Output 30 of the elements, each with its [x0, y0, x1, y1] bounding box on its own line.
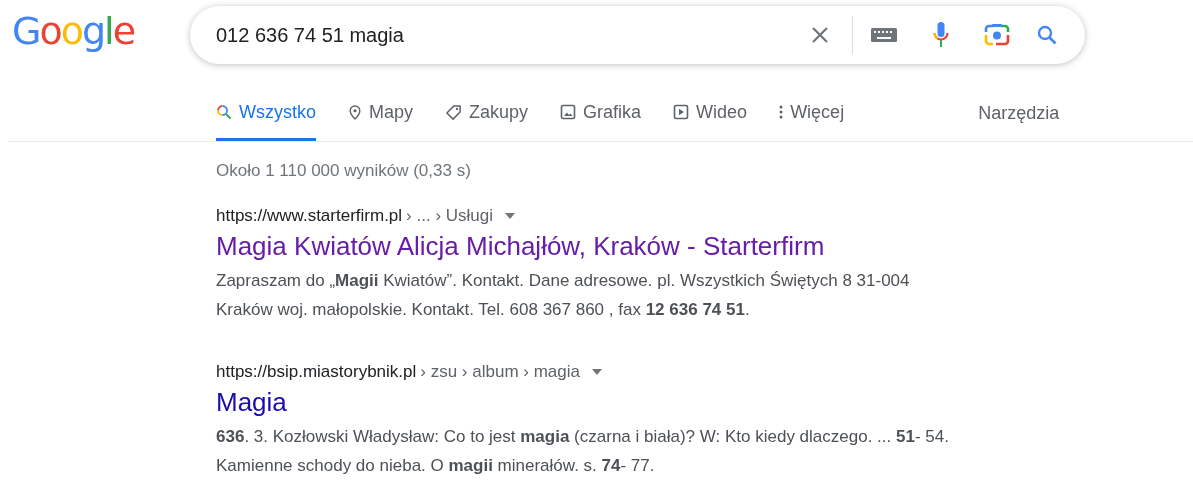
- camera-icon[interactable]: [983, 23, 1011, 47]
- result-snippet: Zapraszam do „Magii Kwiatów”. Kontakt. Dane adresowe. pl. Wszystkich Świętych 8 31-004 Kraków woj. małopolskie. Kontakt. Tel. 608 367 860 , fax 12 636 74 51.: [216, 270, 911, 321]
- tab[interactable]: Wszystko: [216, 100, 316, 141]
- tab[interactable]: Więcej: [779, 100, 845, 141]
- result-title-link[interactable]: Magia Kwiatów Alicja Michajłów, Kraków - Starterfirm: [216, 230, 825, 262]
- tab[interactable]: Zakupy: [445, 100, 529, 141]
- result-url: https://www.starterfirm.pl: [216, 206, 403, 226]
- location-pin-icon: [348, 103, 362, 121]
- keyboard-icon[interactable]: [871, 28, 897, 42]
- caret-icon[interactable]: [505, 213, 515, 219]
- search-icon: [216, 104, 232, 120]
- tab[interactable]: Grafika: [560, 100, 642, 141]
- tag-icon: [445, 103, 463, 121]
- result-url: https://bsip.miastorybnik.pl: [216, 362, 417, 382]
- result-stats: Około 1 110 000 wyników (0,33 s): [216, 160, 472, 182]
- result-path: › ... › Usługi: [406, 206, 493, 226]
- logo[interactable]: Google: [12, 12, 162, 50]
- caret-icon[interactable]: [592, 369, 602, 375]
- search-icon[interactable]: [1035, 23, 1059, 47]
- tab[interactable]: Wideo: [673, 100, 748, 141]
- result-snippet: 636. 3. Kozłowski Władysław: Co to jest magia (czarna i biała)? W: Kto kiedy dlaczego. ... 51- 54. Kamienne schody do nieba. O magii minerałów. s. 74- 77.: [216, 426, 950, 477]
- play-icon: [673, 104, 690, 120]
- microphone-icon[interactable]: [933, 22, 949, 48]
- result-title-link[interactable]: Magia: [216, 386, 287, 418]
- tools-button[interactable]: Narzędzia: [978, 103, 1060, 141]
- search-field[interactable]: 012 636 74 51 magia: [216, 23, 808, 47]
- image-icon: [560, 104, 577, 120]
- more-icon: [779, 104, 784, 120]
- tab[interactable]: Mapy: [348, 100, 414, 141]
- result-path: › zsu › album › magia: [420, 362, 580, 382]
